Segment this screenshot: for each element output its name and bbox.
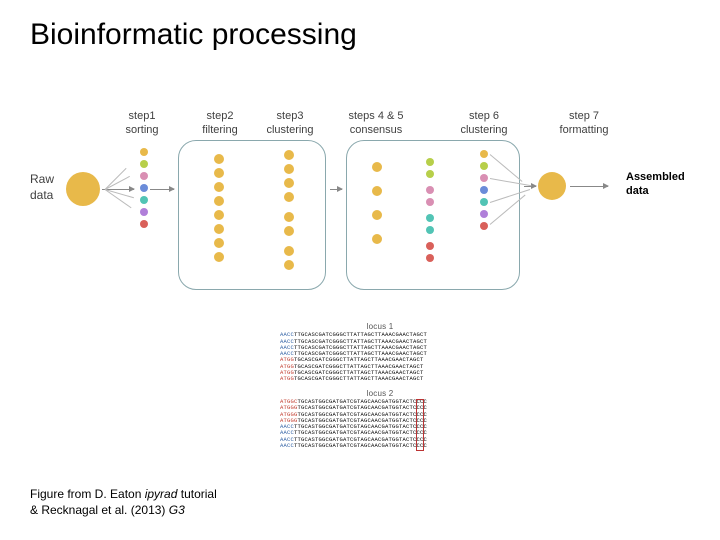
dot	[214, 154, 224, 164]
variant-highlight-box	[416, 399, 424, 451]
dot	[426, 214, 434, 222]
step6-label: step 6 clustering	[454, 110, 514, 138]
dot	[284, 164, 294, 174]
locus1-label: locus 1	[280, 322, 480, 331]
dot	[284, 192, 294, 202]
step2-label: step2 filtering	[190, 110, 250, 138]
figure-citation: Figure from D. Eaton ipyrad tutorial & R…	[30, 486, 217, 518]
cite-text: & Recknagal et al. (2013)	[30, 503, 169, 517]
dot	[214, 182, 224, 192]
step3-name: step3	[277, 110, 304, 122]
dot	[480, 174, 488, 182]
step1-label: step1 sorting	[112, 110, 172, 138]
dot	[284, 226, 294, 236]
step6-desc: clustering	[460, 124, 507, 136]
dot	[372, 234, 382, 244]
cite-ital: G3	[169, 503, 185, 517]
assembled-l1: Assembled	[626, 171, 685, 183]
dot	[284, 212, 294, 222]
fan-line	[105, 176, 130, 190]
step1-desc: sorting	[125, 124, 158, 136]
dot	[426, 242, 434, 250]
dot	[284, 150, 294, 160]
dot	[480, 186, 488, 194]
cite-text: Figure from D. Eaton	[30, 487, 145, 501]
step7-desc: formatting	[560, 124, 609, 136]
dot	[284, 178, 294, 188]
step45-name: steps 4 & 5	[348, 110, 403, 122]
dot	[480, 162, 488, 170]
arrow-circle-assembled	[570, 186, 608, 187]
arrow-box1-box2	[330, 189, 342, 190]
pipeline-diagram: step1 sorting step2 filtering step3 clus…	[30, 110, 690, 310]
step7-label: step 7 formatting	[554, 110, 614, 138]
dot	[214, 224, 224, 234]
step2-name: step2	[207, 110, 234, 122]
dot	[480, 198, 488, 206]
step1-name: step1	[129, 110, 156, 122]
dot	[214, 252, 224, 262]
assembled-data-label: Assembled data	[626, 170, 698, 199]
dot	[284, 246, 294, 256]
dot	[284, 260, 294, 270]
step6-name: step 6	[469, 110, 499, 122]
cite-ital: ipyrad	[145, 487, 178, 501]
filtering-clustering-box	[178, 140, 326, 290]
assembled-l2: data	[626, 185, 649, 197]
dot	[214, 196, 224, 206]
dot	[214, 238, 224, 248]
dot	[480, 222, 488, 230]
locus1-seqs: AACCTTGCASCGATCGGGCTTATTAGCTTAAACGAACTAG…	[280, 332, 480, 383]
sequence-row: AACCTTGCASTGGCGATGATCGTAGCAACGATGGTACTCC…	[280, 443, 480, 449]
dot	[140, 160, 148, 168]
alignment-panel: locus 1 AACCTTGCASCGATCGGGCTTATTAGCTTAAA…	[280, 320, 480, 449]
dot	[140, 148, 148, 156]
dot	[372, 162, 382, 172]
raw-l1: Raw	[30, 172, 54, 186]
raw-data-circle	[66, 172, 100, 206]
raw-l2: data	[30, 188, 53, 202]
locus2-label: locus 2	[280, 389, 480, 398]
raw-data-label: Raw data	[30, 172, 54, 203]
dot	[426, 186, 434, 194]
dot	[426, 158, 434, 166]
dot	[426, 254, 434, 262]
page-title: Bioinformatic processing	[30, 18, 357, 52]
step45-desc: consensus	[350, 124, 403, 136]
dot	[426, 170, 434, 178]
locus2-seqs: ATGGCTGCASTGGCGATGATCGTAGCAACGATGGTACTCC…	[280, 399, 480, 450]
step7-name: step 7	[569, 110, 599, 122]
dot	[140, 184, 148, 192]
sequence-row: ATGGTGCASCGATCGGGCTTATTAGCTTAAACGAACTAGC…	[280, 376, 480, 382]
arrow-sort-filter	[150, 189, 174, 190]
dot	[372, 210, 382, 220]
dot	[140, 208, 148, 216]
dot	[140, 172, 148, 180]
step45-label: steps 4 & 5 consensus	[340, 110, 412, 138]
step6-output-circle	[538, 172, 566, 200]
step3-desc: clustering	[266, 124, 313, 136]
dot	[140, 196, 148, 204]
cite-text: tutorial	[177, 487, 216, 501]
step2-desc: filtering	[202, 124, 237, 136]
dot	[426, 198, 434, 206]
step3-label: step3 clustering	[260, 110, 320, 138]
dot	[480, 150, 488, 158]
dot	[426, 226, 434, 234]
dot	[214, 210, 224, 220]
dot	[480, 210, 488, 218]
dot	[214, 168, 224, 178]
dot	[140, 220, 148, 228]
dot	[372, 186, 382, 196]
